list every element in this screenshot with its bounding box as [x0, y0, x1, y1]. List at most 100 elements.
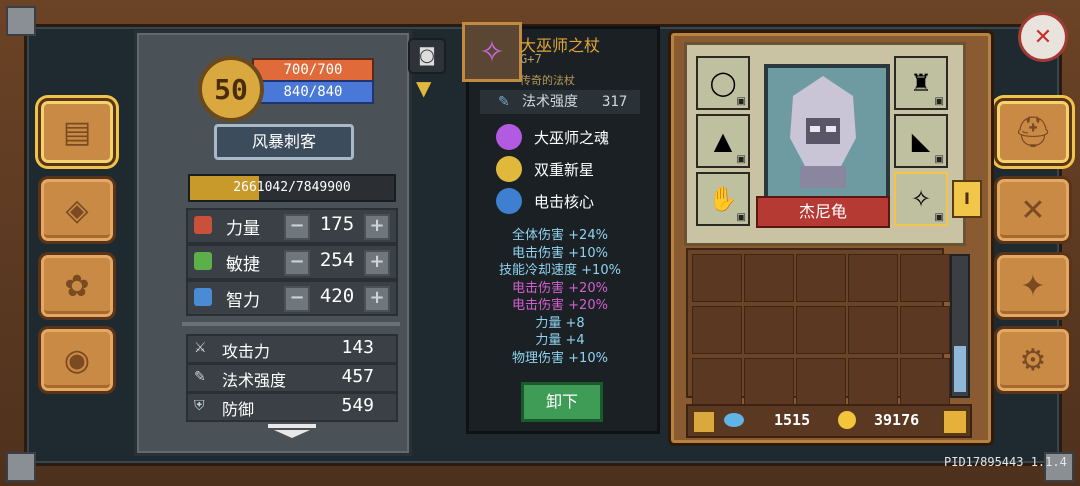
armor-icon: ▲: [713, 127, 733, 155]
item-bonus-line: 全体伤害 +24%: [512, 228, 608, 243]
increase-button[interactable]: +: [364, 214, 390, 240]
feather-icon: [194, 252, 212, 270]
paw-icon: ✿: [64, 268, 90, 304]
inventory-slot[interactable]: [900, 306, 950, 354]
camera-button[interactable]: ◙: [408, 38, 446, 74]
attribute-value: 254: [319, 249, 355, 271]
compass-icon: ✦: [1020, 268, 1046, 304]
attribute-value: 420: [319, 285, 355, 307]
inventory-slot[interactable]: [848, 358, 898, 406]
item-skill-label: 大巫师之魂: [534, 129, 610, 147]
attribute-value: 175: [319, 213, 355, 235]
stat-value: 457: [341, 366, 374, 387]
decrease-button[interactable]: −: [284, 286, 310, 312]
unequip-button[interactable]: 卸下: [521, 382, 603, 422]
attribute-row-agility: 敏捷 − 254 +: [186, 244, 398, 280]
crossed-swords-icon: ✕: [1020, 192, 1046, 228]
bag-icon[interactable]: [692, 410, 716, 434]
tab-journal[interactable]: ▤: [38, 98, 116, 166]
gold-coin-icon: [838, 411, 856, 429]
inventory-slot[interactable]: [692, 358, 742, 406]
item-bonus-line: 技能冷却速度 +10%: [499, 263, 621, 278]
lock-icon: ▣: [934, 212, 944, 223]
hero-name: 杰尼龟: [756, 196, 890, 228]
increase-button[interactable]: +: [364, 250, 390, 276]
gloves-icon: ✋: [708, 185, 738, 213]
item-main-stat: ✎ 法术强度 317: [480, 90, 640, 114]
stat-value: 143: [341, 337, 374, 358]
close-button[interactable]: ✕: [1018, 12, 1068, 62]
inventory-slot[interactable]: [796, 306, 846, 354]
xp-text: 2661042/7849900: [233, 180, 351, 195]
inventory-slot[interactable]: [744, 254, 794, 302]
inventory-slot[interactable]: [692, 306, 742, 354]
attribute-label: 敏捷: [226, 255, 260, 275]
steering-wheel-icon: ◉: [63, 342, 91, 378]
inventory-slot[interactable]: [744, 306, 794, 354]
mp-bar: 840/840: [252, 80, 374, 104]
stat-label: 防御: [222, 400, 255, 419]
inventory-slot[interactable]: [900, 254, 950, 302]
inventory-scrollbar[interactable]: [950, 254, 970, 398]
hat-icon: ♜: [910, 69, 932, 97]
equipment-tab-marker[interactable]: I: [952, 180, 982, 218]
attribute-label: 力量: [226, 219, 260, 239]
hero-portrait: [764, 64, 890, 206]
frame-corner: [6, 6, 36, 36]
gem-count: 1515: [774, 411, 811, 429]
shield-icon: ⛨: [194, 398, 205, 414]
tab-pets[interactable]: ✿: [38, 252, 116, 320]
fist-icon: [194, 216, 212, 234]
inventory-slot[interactable]: [796, 254, 846, 302]
tab-settings[interactable]: ⚙: [994, 326, 1072, 394]
lock-icon: ▣: [736, 212, 746, 223]
bookmark-icon[interactable]: ▼: [416, 76, 431, 100]
equip-slot-ring[interactable]: ◯ ▣: [696, 56, 750, 110]
level-badge: 50: [198, 56, 264, 122]
equip-slot-boots[interactable]: ◣ ▣: [894, 114, 948, 168]
attribute-label: 智力: [226, 291, 260, 311]
increase-button[interactable]: +: [364, 286, 390, 312]
item-bonus-line: 电击伤害 +20%: [512, 280, 608, 296]
gold-count: 39176: [874, 411, 920, 429]
item-bonus-line: 力量 +4: [535, 333, 585, 348]
ring-icon: ◯: [709, 69, 737, 97]
inventory-slot[interactable]: [900, 358, 950, 406]
currency-bar: 1515 39176: [686, 404, 972, 438]
decrease-button[interactable]: −: [284, 214, 310, 240]
tab-skills[interactable]: ✕: [994, 176, 1072, 244]
item-bonus-line: 电击伤害 +10%: [512, 245, 608, 261]
equip-slot-armor[interactable]: ▲ ▣: [696, 114, 750, 168]
stat-row-spell-power: ✎ 法术强度 457: [186, 363, 398, 393]
class-button[interactable]: 风暴刺客: [214, 124, 354, 160]
staff-icon: ✧: [910, 185, 932, 213]
tab-map[interactable]: ◈: [38, 176, 116, 244]
stat-value: 549: [341, 395, 374, 416]
inventory-slot[interactable]: [848, 306, 898, 354]
gear-icon: ⚙: [1019, 342, 1047, 378]
tab-vehicle[interactable]: ◉: [38, 326, 116, 394]
inventory-slot[interactable]: [692, 254, 742, 302]
boots-icon: ◣: [911, 127, 931, 155]
inventory-slot[interactable]: [796, 358, 846, 406]
inventory-slot[interactable]: [848, 254, 898, 302]
expand-arrow-icon[interactable]: [268, 424, 316, 438]
sort-icon[interactable]: [942, 409, 968, 435]
tab-talents[interactable]: ✦: [994, 252, 1072, 320]
equip-slot-gloves[interactable]: ✋ ▣: [696, 172, 750, 226]
decrease-button[interactable]: −: [284, 250, 310, 276]
stat-label: 法术强度: [222, 371, 287, 390]
equip-slot-hat[interactable]: ♜ ▣: [894, 56, 948, 110]
inventory-slot[interactable]: [744, 358, 794, 406]
tab-hero[interactable]: ⛑: [994, 98, 1072, 166]
item-stat-value: 317: [602, 94, 628, 110]
book-icon: [194, 288, 212, 306]
scrollbar-thumb[interactable]: [954, 346, 966, 392]
stat-row-defense: ⛨ 防御 549: [186, 392, 398, 422]
item-grade: G+7: [520, 52, 542, 66]
lightning-core-icon: [496, 188, 522, 214]
gem-icon: [724, 413, 744, 427]
equip-slot-weapon[interactable]: ✧ ▣: [894, 172, 948, 226]
lock-icon: ▣: [736, 154, 746, 165]
stat-row-attack: ⚔ 攻击力 143: [186, 334, 398, 364]
